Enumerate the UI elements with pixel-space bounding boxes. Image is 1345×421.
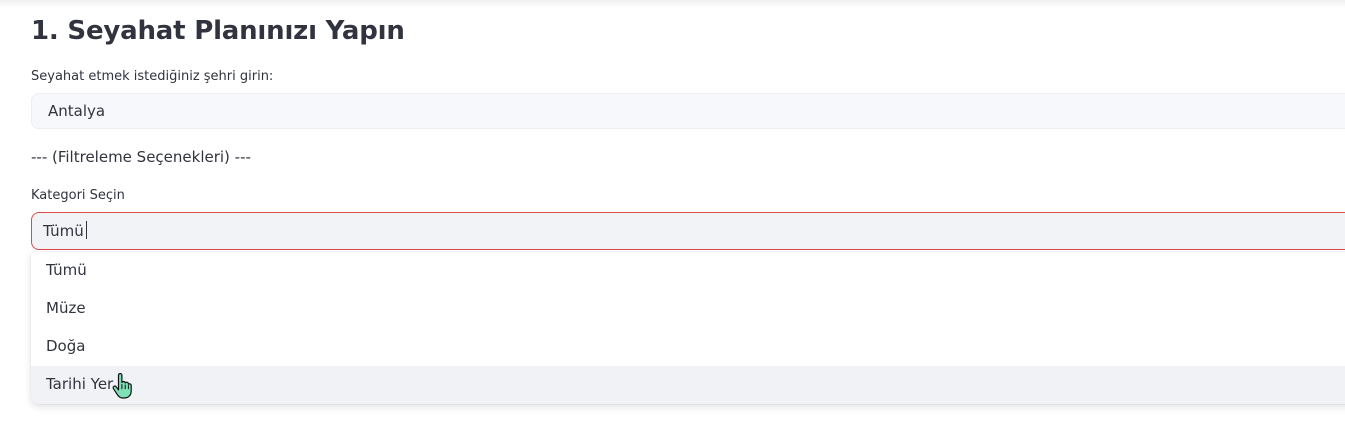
main-content: 1. Seyahat Planınızı Yapın Seyahat etmek… bbox=[0, 0, 1345, 421]
dropdown-option-tarihi-yer[interactable]: Tarihi Yer bbox=[31, 366, 1345, 404]
hand-pointer-icon bbox=[112, 373, 132, 399]
category-select-label: Kategori Seçin bbox=[31, 188, 125, 203]
filter-heading: --- (Filtreleme Seçenekleri) --- bbox=[31, 148, 251, 166]
text-caret bbox=[85, 221, 87, 239]
page-title: 1. Seyahat Planınızı Yapın bbox=[31, 16, 405, 46]
dropdown-option-muze[interactable]: Müze bbox=[31, 290, 1345, 328]
city-input[interactable]: Antalya bbox=[31, 93, 1345, 129]
dropdown-option-doga[interactable]: Doğa bbox=[31, 328, 1345, 366]
dropdown-option-tumu[interactable]: Tümü bbox=[31, 252, 1345, 290]
city-input-label: Seyahat etmek istediğiniz şehri girin: bbox=[31, 69, 274, 84]
category-select[interactable]: Tümü bbox=[31, 212, 1345, 250]
category-dropdown-menu: Tümü Müze Doğa Tarihi Yer bbox=[31, 252, 1345, 404]
category-select-value: Tümü bbox=[43, 222, 84, 240]
